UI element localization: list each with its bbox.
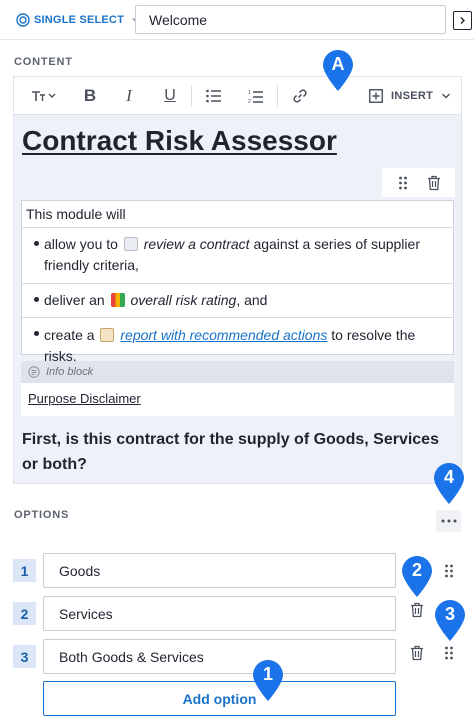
info-block-icon — [28, 366, 40, 378]
document-title[interactable]: Contract Risk Assessor — [22, 125, 337, 157]
option-input[interactable] — [43, 596, 396, 631]
intro-text: This module will — [26, 206, 126, 222]
info-block-label: Info block — [46, 366, 94, 378]
option-drag-handle[interactable] — [441, 562, 457, 580]
option-number: 1 — [13, 559, 36, 582]
chevron-down-icon — [442, 93, 451, 99]
annotation-label: 3 — [444, 604, 455, 624]
numbered-list-button[interactable]: 1 2 — [246, 86, 266, 106]
list-item: deliver an overall risk rating, and — [22, 284, 453, 318]
drag-handle-icon — [445, 646, 453, 660]
italic-icon: I — [126, 86, 132, 105]
clipboard-emoji-icon — [100, 328, 115, 342]
rich-text-editor: B I U 1 2 INSERT Contract Risk Assessor … — [13, 76, 462, 484]
option-delete-button[interactable] — [409, 644, 425, 662]
bold-icon: B — [83, 86, 97, 105]
chevron-right-icon — [460, 17, 465, 24]
trash-icon — [427, 175, 440, 190]
option-input[interactable] — [43, 553, 396, 588]
annotation-pin: 2 — [401, 556, 433, 598]
bullet-text: deliver an — [44, 292, 105, 308]
radio-ring-icon — [16, 13, 30, 27]
underline-icon: U — [164, 87, 176, 104]
info-block-content[interactable]: Purpose Disclaimer — [21, 383, 454, 416]
insert-label: INSERT — [391, 90, 434, 102]
bullet-text: allow you to — [44, 236, 118, 252]
link-icon — [293, 89, 307, 103]
annotation-pin: 1 — [252, 660, 284, 702]
plus-square-icon — [369, 89, 383, 103]
question-type-selector[interactable]: SINGLE SELECT — [16, 10, 139, 30]
annotation-label: 4 — [443, 467, 454, 487]
bold-button[interactable]: B — [80, 86, 100, 106]
block-tools — [382, 168, 455, 197]
list-item: allow you to review a contract against a… — [22, 228, 453, 284]
toolbar-divider — [277, 85, 278, 107]
annotation-label: 1 — [262, 664, 273, 684]
add-option-button[interactable]: Add option — [43, 681, 396, 716]
report-link[interactable]: report with recommended actions — [120, 327, 327, 343]
list-item: create a report with recommended actions… — [22, 318, 453, 364]
question-type-label: SINGLE SELECT — [34, 14, 124, 26]
annotation-label: 2 — [411, 560, 422, 580]
question-title-input[interactable] — [135, 5, 446, 34]
bullet-text: , and — [236, 292, 268, 308]
drag-handle-icon — [399, 176, 408, 189]
drag-handle-icon — [445, 564, 453, 578]
bar-chart-emoji-icon — [110, 293, 125, 307]
content-intro: This module will — [22, 201, 453, 228]
underline-button[interactable]: U — [160, 86, 180, 106]
trash-icon — [411, 645, 423, 661]
more-horizontal-icon — [441, 519, 456, 523]
option-number: 2 — [13, 602, 36, 625]
editor-toolbar: B I U 1 2 INSERT — [14, 77, 461, 115]
annotation-pin: 3 — [434, 600, 466, 642]
bullet-list-icon — [206, 89, 221, 103]
svg-text:2: 2 — [248, 99, 251, 104]
options-section-label: OPTIONS — [14, 509, 70, 521]
svg-text:1: 1 — [248, 90, 251, 96]
option-drag-handle[interactable] — [441, 644, 457, 662]
bullet-text: create a — [44, 327, 95, 343]
option-number: 3 — [13, 645, 36, 668]
info-block-header: Info block — [21, 361, 454, 383]
top-bar: SINGLE SELECT — [0, 0, 474, 40]
bullet-list-button[interactable] — [204, 86, 224, 106]
bullet-emphasis: review a contract — [143, 236, 250, 252]
question-text[interactable]: First, is this contract for the supply o… — [22, 427, 454, 477]
block-drag-handle[interactable] — [395, 174, 411, 192]
option-input[interactable] — [43, 639, 396, 674]
collapse-panel-button[interactable] — [453, 11, 472, 30]
link-button[interactable] — [290, 86, 310, 106]
text-size-icon — [32, 91, 56, 101]
toolbar-divider — [191, 85, 192, 107]
document-emoji-icon — [123, 237, 138, 251]
text-size-button[interactable] — [30, 86, 58, 106]
annotation-pin: 4 — [433, 463, 465, 505]
annotation-label: A — [331, 54, 345, 74]
option-delete-button[interactable] — [409, 601, 425, 619]
trash-icon — [411, 602, 423, 618]
italic-button[interactable]: I — [119, 86, 139, 106]
options-more-button[interactable] — [436, 510, 461, 532]
block-delete-button[interactable] — [426, 174, 442, 192]
annotation-pin: A — [322, 50, 354, 92]
insert-menu-button[interactable]: INSERT — [369, 86, 451, 106]
bullet-emphasis: overall risk rating — [130, 292, 237, 308]
content-table[interactable]: This module will allow you to review a c… — [21, 200, 454, 364]
content-section-label: CONTENT — [14, 56, 73, 68]
numbered-list-icon: 1 2 — [248, 90, 263, 104]
